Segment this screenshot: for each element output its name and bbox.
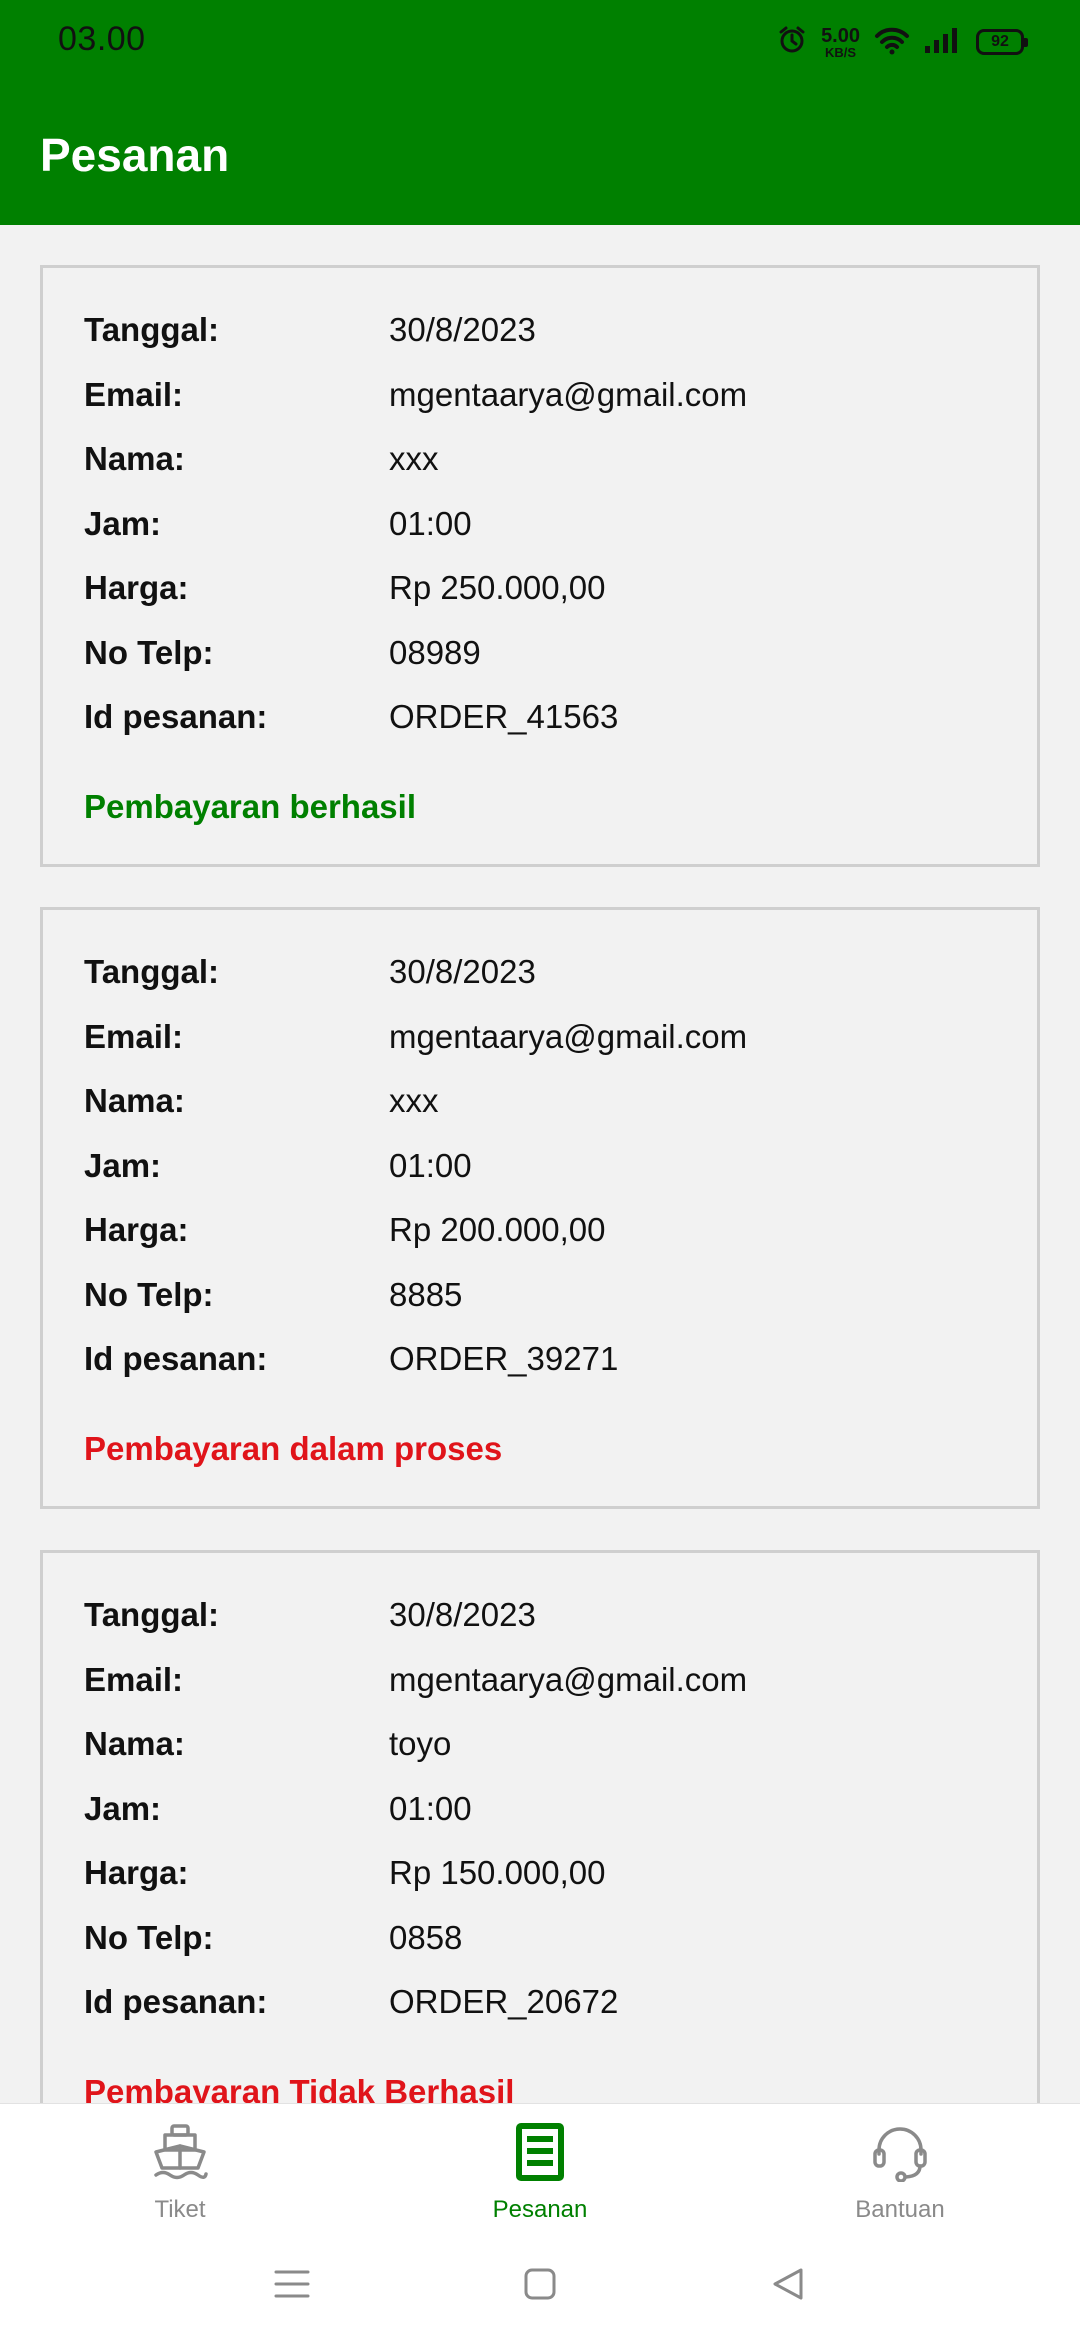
payment-status: Pembayaran dalam proses <box>84 1430 503 1467</box>
nav-label: Bantuan <box>855 2196 945 2223</box>
row-label: Jam: <box>84 1147 162 1184</box>
row-value: Rp 250.000,00 <box>389 569 606 606</box>
order-row-time: Jam: 01:00 <box>84 499 1004 549</box>
row-label: Nama: <box>84 1725 185 1762</box>
row-value: mgentaarya@gmail.com <box>389 1018 748 1055</box>
order-card: Tanggal: 30/8/2023 Email: mgentaarya@gmail… <box>40 907 1040 1509</box>
row-label: Nama: <box>84 1082 185 1119</box>
row-label: Id pesanan: <box>84 698 268 735</box>
order-row-phone: No Telp: 08989 <box>84 628 1004 678</box>
row-label: No Telp: <box>84 1276 214 1313</box>
document-list-icon <box>514 2120 566 2184</box>
menu-icon[interactable] <box>262 2259 322 2309</box>
battery-icon: 92 <box>976 29 1028 55</box>
row-value: mgentaarya@gmail.com <box>389 1661 748 1698</box>
row-label: No Telp: <box>84 1919 214 1956</box>
row-value: 8885 <box>389 1276 463 1313</box>
bottom-navigation: Tiket Pesanan Bantuan <box>0 2103 1080 2227</box>
row-label: Email: <box>84 376 184 413</box>
order-row-date: Tanggal: 30/8/2023 <box>84 1590 1004 1640</box>
row-label: Email: <box>84 1661 184 1698</box>
order-row-price: Harga: Rp 150.000,00 <box>84 1848 1004 1898</box>
alarm-icon <box>777 25 807 60</box>
row-value: Rp 150.000,00 <box>389 1854 606 1891</box>
wifi-icon <box>874 25 910 60</box>
row-value: 30/8/2023 <box>389 311 536 348</box>
row-label: Email: <box>84 1018 184 1055</box>
row-value: Rp 200.000,00 <box>389 1211 606 1248</box>
row-value: ORDER_41563 <box>389 698 619 735</box>
row-value: 08989 <box>389 634 481 671</box>
row-value: 01:00 <box>389 1147 472 1184</box>
order-row-name: Nama: toyo <box>84 1719 1004 1769</box>
headset-icon <box>870 2120 930 2184</box>
home-icon[interactable] <box>510 2259 570 2309</box>
order-row-order-id: Id pesanan: ORDER_39271 <box>84 1334 1004 1384</box>
row-label: Harga: <box>84 1854 189 1891</box>
page-title: Pesanan <box>40 129 230 181</box>
order-card: Tanggal: 30/8/2023 Email: mgentaarya@gmail… <box>40 265 1040 867</box>
row-value: 01:00 <box>389 1790 472 1827</box>
row-label: Nama: <box>84 440 185 477</box>
system-navigation-bar <box>0 2227 1080 2340</box>
row-label: Harga: <box>84 1211 189 1248</box>
row-label: Tanggal: <box>84 1596 220 1633</box>
row-label: Tanggal: <box>84 953 220 990</box>
order-row-price: Harga: Rp 250.000,00 <box>84 563 1004 613</box>
nav-label: Pesanan <box>492 2196 588 2223</box>
nav-item-tiket[interactable]: Tiket <box>0 2104 360 2228</box>
order-card: Tanggal: 30/8/2023 Email: mgentaarya@gmail… <box>40 1550 1040 2152</box>
order-row-time: Jam: 01:00 <box>84 1141 1004 1191</box>
nav-item-pesanan[interactable]: Pesanan <box>360 2104 720 2228</box>
order-row-email: Email: mgentaarya@gmail.com <box>84 370 1004 420</box>
row-value: xxx <box>389 440 439 477</box>
order-row-email: Email: mgentaarya@gmail.com <box>84 1655 1004 1705</box>
row-label: Jam: <box>84 505 162 542</box>
row-value: ORDER_39271 <box>389 1340 619 1377</box>
row-label: Id pesanan: <box>84 1340 268 1377</box>
network-speed-unit: KB/S <box>825 44 857 60</box>
order-row-name: Nama: xxx <box>84 1076 1004 1126</box>
order-row-name: Nama: xxx <box>84 434 1004 484</box>
row-value: 01:00 <box>389 505 472 542</box>
back-icon[interactable] <box>758 2259 818 2309</box>
row-label: No Telp: <box>84 634 214 671</box>
status-bar: 03.00 5.00 KB/S 92 <box>0 0 1080 80</box>
signal-icon <box>924 26 958 59</box>
order-row-order-id: Id pesanan: ORDER_41563 <box>84 692 1004 742</box>
row-value: xxx <box>389 1082 439 1119</box>
row-value: toyo <box>389 1725 452 1762</box>
network-speed-value: 5.00 <box>821 24 860 47</box>
row-value: 30/8/2023 <box>389 1596 536 1633</box>
network-speed: 5.00 KB/S <box>821 26 860 59</box>
order-row-email: Email: mgentaarya@gmail.com <box>84 1012 1004 1062</box>
order-row-time: Jam: 01:00 <box>84 1784 1004 1834</box>
app-bar: 03.00 5.00 KB/S 92 Pesanan <box>0 0 1080 225</box>
payment-status: Pembayaran berhasil <box>84 788 416 825</box>
nav-label: Tiket <box>154 2196 206 2223</box>
row-label: Jam: <box>84 1790 162 1827</box>
order-row-date: Tanggal: 30/8/2023 <box>84 947 1004 997</box>
order-row-order-id: Id pesanan: ORDER_20672 <box>84 1977 1004 2027</box>
status-time: 03.00 <box>58 20 146 58</box>
order-row-date: Tanggal: 30/8/2023 <box>84 305 1004 355</box>
row-value: 0858 <box>389 1919 463 1956</box>
order-row-price: Harga: Rp 200.000,00 <box>84 1205 1004 1255</box>
order-row-phone: No Telp: 8885 <box>84 1270 1004 1320</box>
row-label: Harga: <box>84 569 189 606</box>
status-icons: 5.00 KB/S 92 <box>777 22 1028 62</box>
row-label: Tanggal: <box>84 311 220 348</box>
row-value: mgentaarya@gmail.com <box>389 376 748 413</box>
row-label: Id pesanan: <box>84 1983 268 2020</box>
order-row-phone: No Telp: 0858 <box>84 1913 1004 1963</box>
ship-icon <box>150 2120 210 2184</box>
nav-item-bantuan[interactable]: Bantuan <box>720 2104 1080 2228</box>
row-value: 30/8/2023 <box>389 953 536 990</box>
row-value: ORDER_20672 <box>389 1983 619 2020</box>
